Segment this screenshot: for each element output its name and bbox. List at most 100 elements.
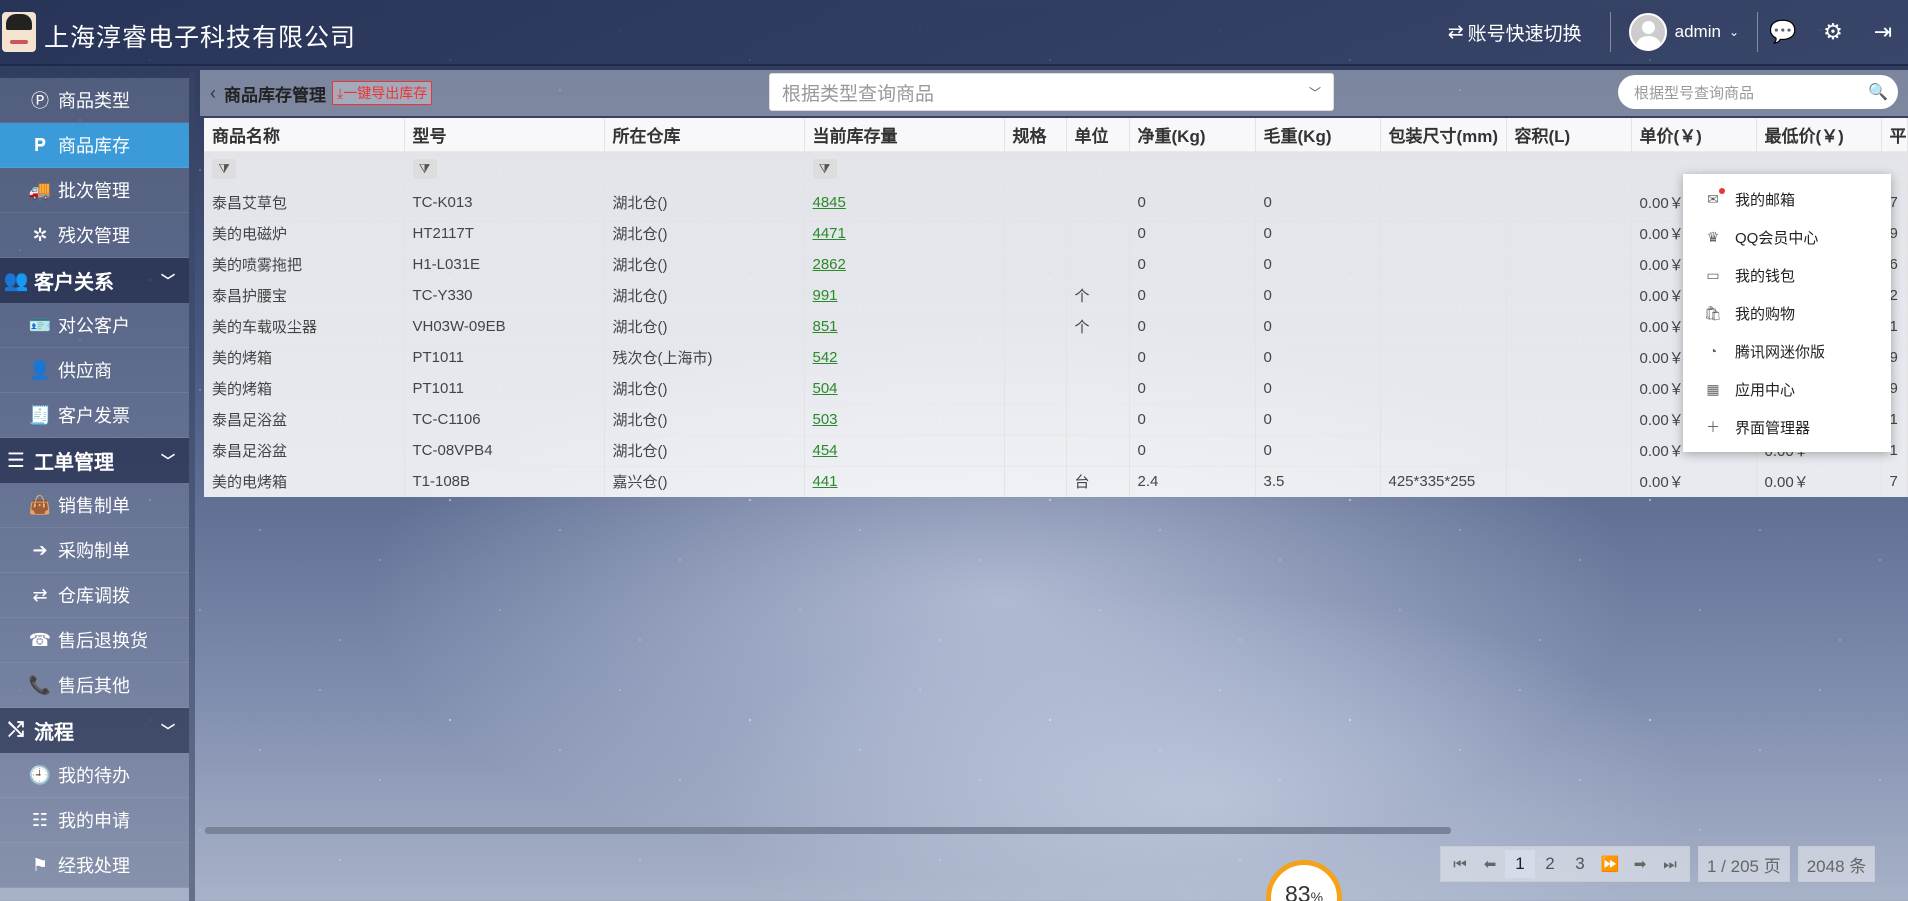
table-row[interactable]: 泰昌艾草包 TC-K013 湖北仓() 4845 0 0 0.00￥ 7: [204, 186, 1908, 218]
sidebar-item-defect[interactable]: ✲ 残次管理: [0, 213, 189, 258]
sidebar-item-product-stock[interactable]: 𝐏 商品库存: [0, 123, 189, 168]
popup-menu-item[interactable]: ▦ 应用中心: [1683, 370, 1891, 408]
page-button[interactable]: 1: [1505, 850, 1535, 878]
column-header[interactable]: 毛重(Kg): [1255, 118, 1381, 151]
table-cell: 7: [1881, 465, 1908, 497]
volume-phone-icon: 📞: [28, 674, 52, 695]
popup-menu-item[interactable]: ◔ 腾讯网迷你版: [1683, 332, 1891, 370]
user-avatar: [1628, 13, 1667, 51]
column-header[interactable]: 型号: [404, 118, 605, 151]
table-row[interactable]: 泰昌护腰宝 TC-Y330 湖北仓() 991 个 0 0 0.00￥ 2: [204, 279, 1908, 311]
column-header[interactable]: 包装尺寸(mm): [1380, 118, 1507, 151]
chat-icon[interactable]: 💬: [1758, 19, 1808, 45]
table-cell: [1506, 403, 1632, 435]
sidebar-item-product-type[interactable]: Ⓟ 商品类型: [0, 78, 189, 123]
sidebar-item-aftersale-other[interactable]: 📞 售后其他: [0, 663, 189, 708]
column-header[interactable]: 商品名称: [204, 118, 405, 151]
type-select[interactable]: 根据类型查询商品 ﹀: [769, 73, 1334, 111]
popup-menu-item[interactable]: 🛍 我的购物: [1683, 294, 1891, 332]
sidebar-item-my-request[interactable]: ☷ 我的申请: [0, 798, 189, 843]
stock-qty-link[interactable]: 4471: [804, 217, 1005, 249]
popup-menu-item[interactable]: ♛ QQ会员中心: [1683, 218, 1891, 256]
fast-forward-icon[interactable]: ⏩: [1595, 850, 1625, 878]
table-row[interactable]: 美的烤箱 PT1011 湖北仓() 504 0 0 0.00￥ 9: [204, 372, 1908, 404]
sidebar-item-label: 供应商: [58, 361, 112, 381]
back-chevron-icon[interactable]: ‹: [210, 83, 216, 104]
popup-menu-item[interactable]: ＋ 界面管理器: [1683, 408, 1891, 446]
sidebar-group-customer[interactable]: 👥 客户关系 ﹀: [0, 258, 189, 303]
page-button[interactable]: 3: [1565, 850, 1595, 878]
sidebar-item-label: 仓库调拨: [58, 586, 130, 606]
user-menu[interactable]: admin ⌄: [1611, 13, 1757, 51]
sidebar-item-batch[interactable]: 🚚 批次管理: [0, 168, 189, 213]
table-row[interactable]: 泰昌足浴盆 TC-C1106 湖北仓() 503 0 0 0.00￥ 1: [204, 403, 1908, 435]
table-row[interactable]: 美的烤箱 PT1011 残次仓(上海市) 542 0 0 0.00￥ 9: [204, 341, 1908, 373]
table-row[interactable]: 美的电烤箱 T1-108B 嘉兴仓() 441 台 2.4 3.5 425*335*255 0.…: [204, 465, 1908, 497]
stock-qty-link[interactable]: 851: [804, 310, 1005, 342]
stock-qty-link[interactable]: 4845: [804, 186, 1005, 218]
sidebar-item-invoice[interactable]: 🧾 客户发票: [0, 393, 189, 438]
table-cell: [1066, 434, 1130, 466]
table-cell: 美的烤箱: [204, 341, 405, 373]
stock-qty-link[interactable]: 454: [804, 434, 1005, 466]
sidebar-item-purchase-order[interactable]: ➔ 采购制单: [0, 528, 189, 573]
sidebar-scrollbar[interactable]: [189, 72, 195, 901]
filter-icon[interactable]: ⧩: [412, 159, 437, 179]
column-header[interactable]: 容积(L): [1506, 118, 1632, 151]
table-row[interactable]: 美的喷雾拖把 H1-L031E 湖北仓() 2862 0 0 0.00￥ 6: [204, 248, 1908, 280]
sidebar-item-sales-order[interactable]: 👜 销售制单: [0, 483, 189, 528]
horizontal-scrollbar[interactable]: [205, 827, 1451, 834]
sidebar-item-warehouse-transfer[interactable]: ⇄ 仓库调拨: [0, 573, 189, 618]
tencent-news-icon: ◔: [1708, 343, 1718, 359]
table-cell: [1380, 186, 1507, 218]
stock-qty-link[interactable]: 991: [804, 279, 1005, 311]
column-header[interactable]: 单位: [1066, 118, 1130, 151]
sidebar-item-label: 采购制单: [58, 541, 130, 561]
sidebar-group-workorder[interactable]: ☰ 工单管理 ﹀: [0, 438, 189, 483]
page-button[interactable]: 2: [1535, 850, 1565, 878]
table-cell: TC-C1106: [404, 403, 605, 435]
gear-icon[interactable]: ⚙: [1808, 19, 1858, 45]
prev-page-icon[interactable]: ⬅: [1475, 850, 1505, 878]
stock-qty-link[interactable]: 441: [804, 465, 1005, 497]
last-page-icon[interactable]: ⏭: [1655, 850, 1685, 878]
table-cell: [1004, 403, 1067, 435]
model-search-input[interactable]: 根据型号查询商品 🔍: [1618, 75, 1898, 109]
column-header[interactable]: 最低价(￥): [1756, 118, 1882, 151]
sidebar-group-flow[interactable]: ⤭ 流程 ﹀: [0, 708, 189, 753]
sidebar-item-label: 售后其他: [58, 676, 130, 696]
sidebar-item-handled[interactable]: ⚑ 经我处理: [0, 843, 189, 888]
logout-icon[interactable]: ⇥: [1858, 19, 1908, 45]
next-page-icon[interactable]: ➡: [1625, 850, 1655, 878]
column-header[interactable]: 平: [1881, 118, 1908, 151]
popup-menu-item[interactable]: ▭ 我的钱包: [1683, 256, 1891, 294]
export-stock-button[interactable]: ⤓一键导出库存: [332, 81, 433, 105]
stock-qty-link[interactable]: 2862: [804, 248, 1005, 280]
pagination-buttons: ⏮ ⬅ 1 2 3 ⏩ ➡ ⏭: [1440, 846, 1690, 882]
stock-qty-link[interactable]: 542: [804, 341, 1005, 373]
first-page-icon[interactable]: ⏮: [1445, 850, 1475, 878]
column-header[interactable]: 规格: [1004, 118, 1067, 151]
column-header[interactable]: 当前库存量: [804, 118, 1005, 151]
popup-menu-item[interactable]: ✉ 我的邮箱: [1683, 180, 1891, 218]
stock-qty-link[interactable]: 504: [804, 372, 1005, 404]
filter-icon[interactable]: ⧩: [812, 159, 837, 179]
search-icon[interactable]: 🔍: [1868, 82, 1888, 102]
sidebar-item-return-exchange[interactable]: ☎ 售后退换货: [0, 618, 189, 663]
table-cell: [1066, 372, 1130, 404]
column-header[interactable]: 所在仓库: [604, 118, 805, 151]
column-header[interactable]: 单价(￥): [1631, 118, 1757, 151]
account-switch-button[interactable]: ⇄ 账号快速切换: [1448, 19, 1610, 46]
crown-icon: ♛: [1706, 228, 1720, 245]
column-header[interactable]: 净重(Kg): [1129, 118, 1256, 151]
table-row[interactable]: 泰昌足浴盆TC-08VPB4湖北仓()454000.00￥0.00￥1: [204, 434, 1908, 466]
table-row[interactable]: 美的电磁炉 HT2117T 湖北仓() 4471 0 0 0.00￥ 9: [204, 217, 1908, 249]
filter-icon[interactable]: ⧩: [212, 159, 236, 179]
table-cell: [1380, 310, 1507, 342]
stock-qty-link[interactable]: 503: [804, 403, 1005, 435]
table-row[interactable]: 美的车载吸尘器VH03W-09EB湖北仓()851个000.00￥0.00￥1: [204, 310, 1908, 342]
sidebar-item-supplier[interactable]: 👤 供应商: [0, 348, 189, 393]
sidebar-item-corporate-client[interactable]: 🪪 对公客户: [0, 303, 189, 348]
table-cell: 0: [1129, 403, 1256, 435]
sidebar-item-my-todo[interactable]: 🕘 我的待办: [0, 753, 189, 798]
